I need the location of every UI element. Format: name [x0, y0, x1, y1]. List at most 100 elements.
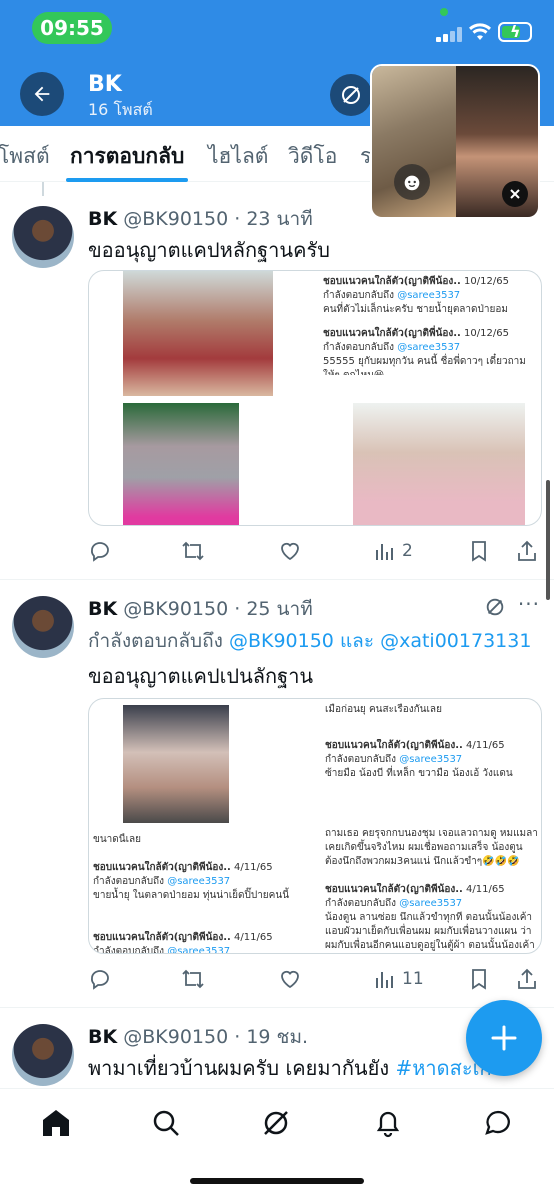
- video-call-pip[interactable]: [370, 64, 540, 219]
- avatar[interactable]: [12, 206, 74, 268]
- reply-icon: [91, 542, 109, 562]
- tweet-author-handle[interactable]: @BK90150: [123, 1026, 228, 1048]
- avatar[interactable]: [12, 596, 74, 658]
- caption-date: 10/12/65: [464, 276, 509, 287]
- header-name: BK: [88, 72, 122, 97]
- views-count: 2: [402, 541, 413, 561]
- reply-button[interactable]: [88, 964, 112, 994]
- tweet-time[interactable]: 23 นาที: [246, 208, 312, 230]
- caption-reply-handle: @saree3537: [167, 946, 231, 954]
- caption-body: ถามเธอ คยรุจกกบนองชุม เจอแลวถามดู หมแมลา…: [325, 828, 538, 867]
- bookmark-button[interactable]: [468, 964, 490, 994]
- grok-nav-icon: [264, 1111, 288, 1135]
- like-button[interactable]: [278, 964, 302, 994]
- grok-icon: [342, 86, 360, 104]
- battery-icon: ϟ: [498, 22, 532, 42]
- like-button[interactable]: [278, 536, 302, 566]
- pip-close-button[interactable]: [502, 181, 528, 207]
- tweet-author-name[interactable]: BK: [88, 208, 117, 230]
- back-button[interactable]: [20, 72, 64, 116]
- tab-replies[interactable]: การตอบกลับ: [70, 140, 184, 173]
- tweet-separator: ·: [234, 208, 241, 230]
- caption-reply-to: กำลังตอบกลับถึง: [325, 898, 396, 909]
- caption-reply-handle: @saree3537: [397, 342, 461, 353]
- tweet-time[interactable]: 25 นาที: [246, 598, 312, 620]
- more-options-button[interactable]: ···: [518, 592, 540, 616]
- home-indicator: [190, 1178, 364, 1184]
- replying-to-prefix: กำลังตอบกลับถึง: [88, 630, 223, 652]
- tweet-media[interactable]: เมื่อก่อนยุ คนสะเรื่องกันเลย ชอบแนวคนใกล…: [88, 698, 542, 954]
- bookmark-icon: [472, 969, 486, 990]
- nav-home[interactable]: [38, 1105, 74, 1141]
- bookmark-button[interactable]: [468, 536, 490, 566]
- tweet-text: ขออนุญาตแคปหลักฐานครับ: [88, 238, 330, 262]
- wifi-icon: [469, 23, 491, 40]
- media-caption-block: ชอบแนวคนใกล้ตัว(ญาติพี่น้อง.. 4/11/65 กำ…: [325, 883, 539, 953]
- camera-effects-button[interactable]: [394, 164, 430, 200]
- replying-to-user[interactable]: @BK90150: [229, 630, 334, 652]
- media-caption-block: ชอบแนวคนใกล้ตัว(ญาติพี่น้อง.. 4/11/65 กำ…: [93, 861, 313, 909]
- views-button[interactable]: 2: [374, 536, 413, 566]
- replying-to-and: และ: [339, 630, 375, 652]
- tab-videos[interactable]: วิดีโอ: [288, 140, 337, 173]
- media-caption-block: ชอบแนวคนใกล้ตัว(ญาติพี่น้อง.. 4/11/65 กำ…: [325, 739, 539, 803]
- avatar[interactable]: [12, 1024, 74, 1086]
- camera-effects-icon: [404, 175, 420, 191]
- retweet-button[interactable]: [180, 964, 206, 994]
- caption-date: 4/11/65: [234, 862, 273, 873]
- tweet-text-body: พามาเที่ยวบ้านผมครับ เคยมากันยัง: [88, 1056, 390, 1080]
- tab-highlights[interactable]: ไฮไลต์: [208, 140, 268, 173]
- nav-messages[interactable]: [480, 1105, 516, 1141]
- status-bar: 09:55 ϟ: [0, 0, 554, 58]
- nav-grok[interactable]: [258, 1105, 294, 1141]
- tweet-separator: ·: [234, 598, 241, 620]
- caption-date: 4/11/65: [466, 740, 505, 751]
- caption-reply-handle: @saree3537: [397, 290, 461, 301]
- caption-reply-to: กำลังตอบกลับถึง: [323, 290, 394, 301]
- media-photo: [123, 271, 273, 396]
- nav-search[interactable]: [148, 1105, 184, 1141]
- tab-posts[interactable]: โพสต์: [0, 140, 50, 173]
- caption-date: 10/12/65: [464, 328, 509, 339]
- caption-date: 4/11/65: [466, 884, 505, 895]
- tweet[interactable]: BK @BK90150 · 25 นาที ··· กำลังตอบกลับถึ…: [0, 580, 554, 1008]
- caption-reply-to: กำลังตอบกลับถึง: [323, 342, 394, 353]
- caption-reply-to: กำลังตอบกลับถึง: [93, 946, 164, 954]
- search-icon: [153, 1110, 179, 1136]
- caption-reply-handle: @saree3537: [399, 898, 463, 909]
- media-caption-block: ชอบแนวคนใกล้ตัว(ญาติพี่น้อง.. 4/11/65 กำ…: [93, 931, 313, 954]
- replying-to-user[interactable]: @xati00173131: [380, 630, 531, 652]
- tweet-author-handle[interactable]: @BK90150: [123, 208, 228, 230]
- tweet[interactable]: BK @BK90150 · 23 นาที ขออนุญาตแคปหลักฐาน…: [0, 192, 554, 580]
- media-photo: [123, 403, 239, 525]
- grok-button[interactable]: [330, 74, 372, 116]
- caption-user: ชอบแนวคนใกล้ตัว(ญาติพี่น้อง..: [325, 740, 463, 751]
- replying-to: กำลังตอบกลับถึง @BK90150 และ @xati001731…: [88, 626, 531, 656]
- tweet-media[interactable]: ชอบแนวคนใกล้ตัว(ญาติพี่น้อง.. 10/12/65 ก…: [88, 270, 542, 526]
- caption-body: น้องตูน ลานซ่อย นึกแล้วขำทุกที ตอนนั้นน้…: [325, 912, 535, 951]
- messages-icon: [485, 1110, 510, 1135]
- header-post-count: 16 โพสต์: [88, 100, 153, 119]
- home-icon: [43, 1110, 69, 1136]
- share-icon: [518, 968, 536, 989]
- tweet-author-name[interactable]: BK: [88, 598, 117, 620]
- privacy-indicator-dot: [440, 8, 448, 16]
- retweet-button[interactable]: [180, 536, 206, 566]
- retweet-icon: [182, 969, 204, 989]
- bookmark-icon: [472, 541, 486, 562]
- plus-icon: [491, 1025, 517, 1051]
- nav-notifications[interactable]: [370, 1105, 406, 1141]
- share-button[interactable]: [516, 964, 538, 994]
- grok-icon[interactable]: [484, 596, 506, 618]
- share-button[interactable]: [516, 536, 538, 566]
- caption-reply-handle: @saree3537: [167, 876, 231, 887]
- reply-button[interactable]: [88, 536, 112, 566]
- media-caption-block: ชอบแนวคนใกล้ตัว(ญาติพี่น้อง.. 10/12/65 ก…: [323, 275, 539, 375]
- tweet-author-handle[interactable]: @BK90150: [123, 598, 228, 620]
- tweet-time[interactable]: 19 ชม.: [246, 1026, 308, 1048]
- tweet-author-name[interactable]: BK: [88, 1026, 117, 1048]
- views-button[interactable]: 11: [374, 964, 424, 994]
- caption-user: ชอบแนวคนใกล้ตัว(ญาติพี่น้อง..: [323, 328, 461, 339]
- compose-button[interactable]: [466, 1000, 542, 1076]
- scrollbar[interactable]: [546, 480, 550, 600]
